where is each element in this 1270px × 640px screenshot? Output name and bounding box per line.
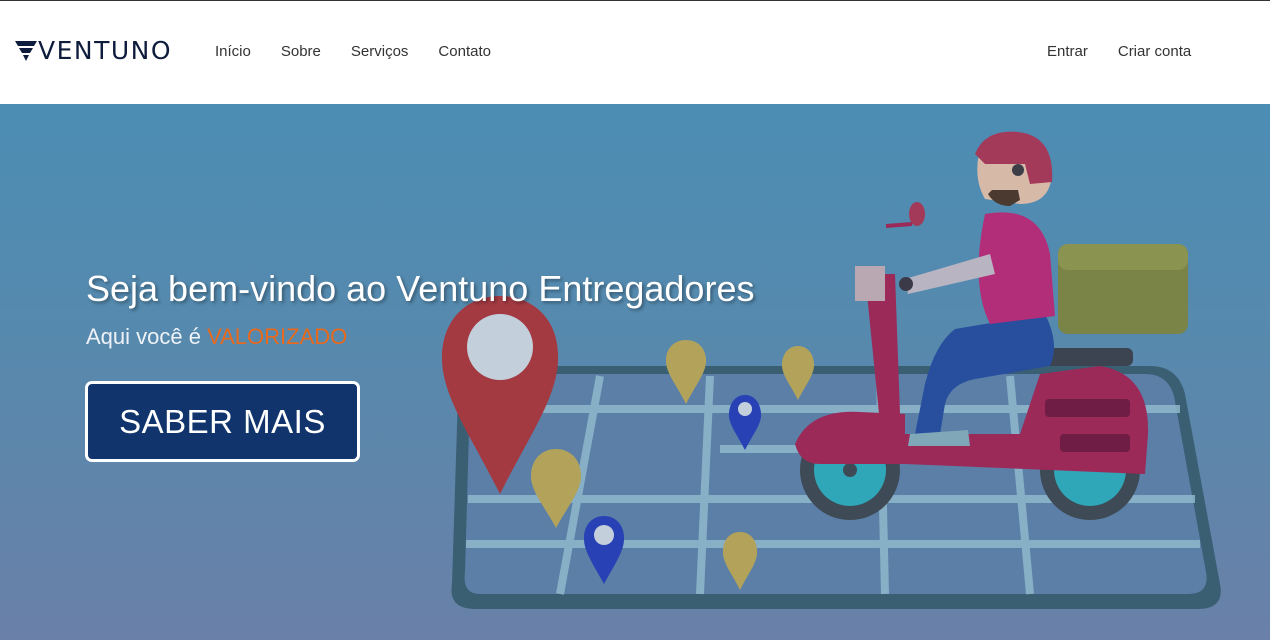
hero-subtitle-highlight: VALORIZADO (207, 324, 348, 349)
hero-subtitle-prefix: Aqui você é (86, 324, 201, 349)
main-nav: Início Sobre Serviços Contato (215, 42, 521, 62)
signup-link[interactable]: Criar conta (1118, 42, 1191, 62)
hero-title: Seja bem-vindo ao Ventuno Entregadores (86, 268, 755, 309)
nav-link-servicos[interactable]: Serviços (351, 42, 409, 62)
login-link[interactable]: Entrar (1047, 42, 1088, 62)
logo-text: VENTUNO (38, 36, 173, 65)
navbar: VENTUNO Início Sobre Serviços Contato En… (0, 0, 1270, 104)
hero-subtitle: Aqui você é VALORIZADO (86, 324, 347, 350)
nav-link-inicio[interactable]: Início (215, 42, 251, 62)
ventuno-logo[interactable]: VENTUNO (15, 37, 172, 65)
nav-link-contato[interactable]: Contato (438, 42, 491, 62)
hero-section: Seja bem-vindo ao Ventuno Entregadores A… (0, 104, 1270, 640)
saber-mais-button[interactable]: SABER MAIS (85, 381, 360, 462)
account-nav: Entrar Criar conta (1047, 42, 1221, 62)
nav-link-sobre[interactable]: Sobre (281, 42, 321, 62)
logo-v-icon (15, 41, 37, 61)
delivery-scooter-map-icon (441, 131, 1221, 609)
